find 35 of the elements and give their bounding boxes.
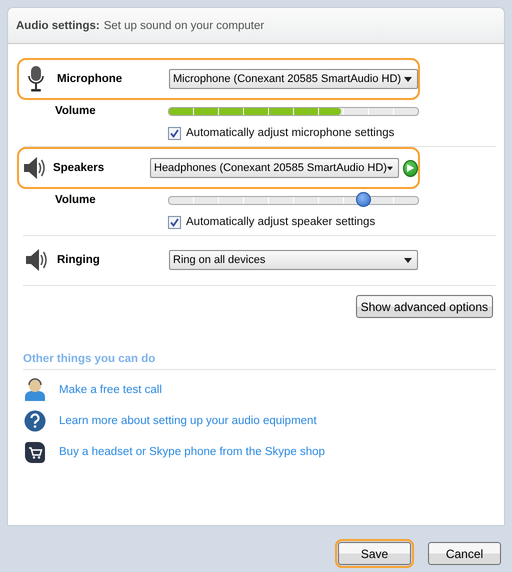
checkbox-label: Automatically adjust microphone settings [186,127,394,139]
slider-thumb[interactable] [356,192,372,206]
advanced-options-button[interactable]: Show advanced options [356,295,493,318]
checkmark-icon [170,218,179,226]
play-button[interactable] [403,160,418,176]
section-heading: Other things you can do [23,353,156,367]
dialog-button[interactable]: Cancel [428,542,501,565]
help-link[interactable]: Buy a headset or Skype phone from the Skype shop [59,446,325,458]
play-icon [407,164,414,172]
help-link[interactable]: Learn more about setting up your audio equipment [59,414,317,426]
device-dropdown[interactable]: Ring on all devices [169,250,418,270]
caret-icon [404,258,412,262]
checkbox[interactable] [168,126,181,140]
person-icon [24,378,46,402]
volume-label: Volume [55,194,97,206]
device-label: Ringing [56,254,101,266]
help-link[interactable]: Make a free test call [59,384,162,396]
volume-label: Volume [55,105,97,117]
cart-icon [24,440,46,462]
microphone-icon [28,65,44,93]
help-icon [24,410,46,432]
device-label: Speakers [52,162,106,174]
speaker-icon [24,247,48,273]
speaker-icon [22,155,46,181]
caret-icon [404,76,412,82]
caret-icon [386,166,393,170]
device-dropdown[interactable]: Headphones (Conexant 20585 SmartAudio HD) [150,158,399,178]
checkbox[interactable] [168,216,181,228]
header-title: Audio settings: [16,20,100,32]
device-dropdown[interactable]: Microphone (Conexant 20585 SmartAudio HD) [169,69,418,89]
checkbox-label: Automatically adjust speaker settings [186,216,376,228]
checkmark-icon [170,128,179,138]
dialog-button[interactable]: Save [338,542,411,565]
header-subtitle: Set up sound on your computer [104,20,264,32]
device-label: Microphone [56,73,124,85]
